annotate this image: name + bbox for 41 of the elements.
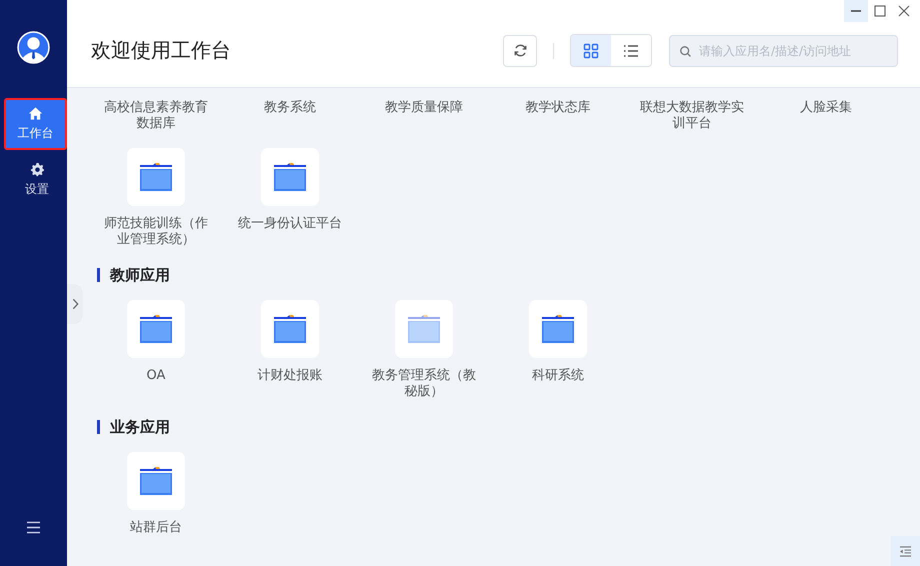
maximize-icon <box>874 5 886 17</box>
page-title: 欢迎使用工作台 <box>91 37 232 64</box>
search-icon <box>679 44 692 58</box>
app-name[interactable]: 教学状态库 <box>502 100 614 116</box>
nav-item[interactable]: 工作台 <box>4 98 67 150</box>
app-name[interactable]: 教学质量保障 <box>368 100 480 116</box>
app-name[interactable]: 站群后台 <box>100 520 212 536</box>
app-tile[interactable] <box>127 148 185 206</box>
expand-handle[interactable] <box>67 284 83 324</box>
section-title: 业务应用 <box>97 420 920 434</box>
app-name[interactable]: 教务系统 <box>234 100 346 116</box>
app-name[interactable]: 人脸采集 <box>770 100 882 116</box>
app-tile[interactable] <box>395 300 453 358</box>
refresh-button[interactable] <box>503 34 537 66</box>
close-icon <box>898 5 910 17</box>
app-name[interactable]: 统一身份认证平台 <box>234 216 346 232</box>
avatar-icon[interactable] <box>17 31 50 64</box>
grid-view-button[interactable] <box>571 35 611 66</box>
app-tile[interactable] <box>529 300 587 358</box>
settings-icon <box>30 162 44 177</box>
list-icon <box>623 42 639 58</box>
outdent-button[interactable] <box>891 536 920 566</box>
search-field[interactable]: 请输入应用名/描述/访问地址 <box>669 34 898 66</box>
home-icon <box>28 106 43 121</box>
app-name[interactable]: 科研系统 <box>502 368 614 384</box>
grid-icon <box>583 42 599 58</box>
refresh-icon <box>512 43 528 58</box>
app-name[interactable]: OA <box>100 368 212 384</box>
app-tile[interactable] <box>127 300 185 358</box>
app-name[interactable]: 联想大数据教学实训平台 <box>636 100 748 132</box>
app-tile[interactable] <box>261 148 319 206</box>
chevron-right-icon <box>72 298 78 310</box>
app-name[interactable]: 计财处报账 <box>234 368 346 384</box>
nav-item[interactable]: 设置 <box>7 154 67 206</box>
app-tile[interactable] <box>261 300 319 358</box>
outdent-icon <box>899 546 912 556</box>
app-name[interactable]: 高校信息素养教育数据库 <box>100 100 212 132</box>
app-tile[interactable] <box>127 452 185 510</box>
section-title: 教师应用 <box>97 268 920 282</box>
menu-icon[interactable] <box>26 521 41 534</box>
app-name[interactable]: 师范技能训练（作业管理系统） <box>100 216 212 248</box>
